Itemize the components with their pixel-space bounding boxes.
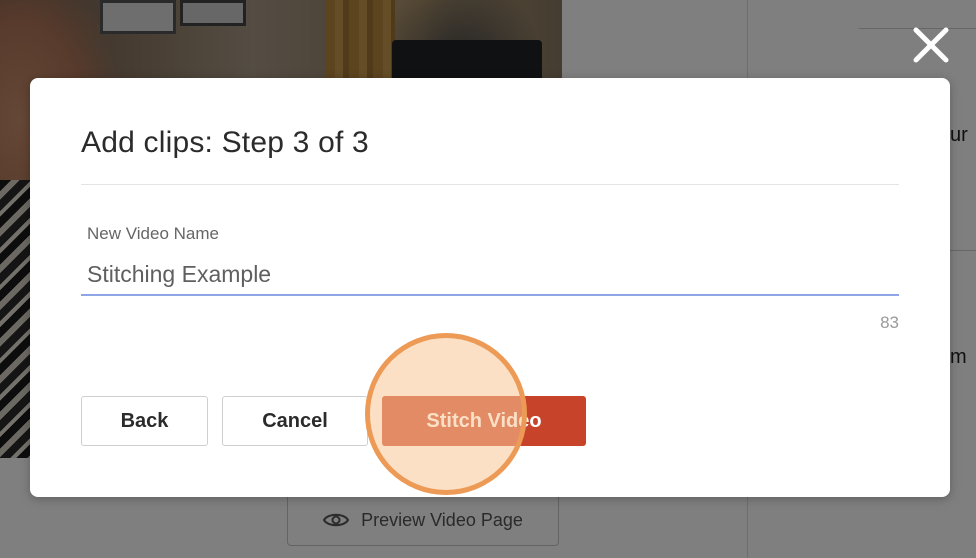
- close-icon: [913, 27, 949, 63]
- video-name-input[interactable]: [81, 254, 899, 296]
- dialog-title: Add clips: Step 3 of 3: [81, 126, 369, 159]
- screen: ur m Preview Video Page Add clips: Step …: [0, 0, 976, 558]
- title-divider: [81, 184, 899, 185]
- character-counter: 83: [880, 313, 899, 332]
- back-button[interactable]: Back: [81, 396, 208, 446]
- stitch-video-button[interactable]: Stitch Video: [382, 396, 586, 446]
- cancel-button[interactable]: Cancel: [222, 396, 368, 446]
- close-button[interactable]: [908, 22, 954, 68]
- add-clips-dialog: Add clips: Step 3 of 3 New Video Name 83…: [30, 78, 950, 497]
- video-name-label: New Video Name: [87, 224, 219, 243]
